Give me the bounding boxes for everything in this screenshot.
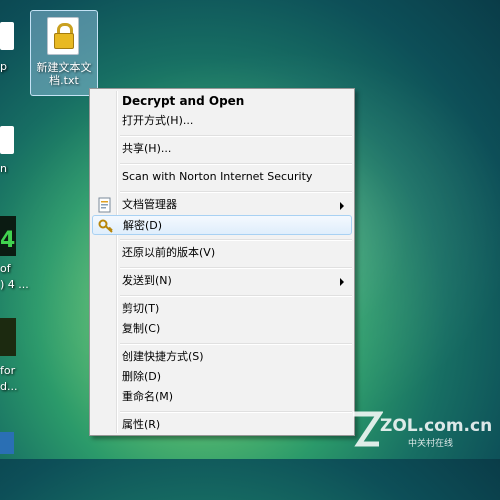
menu-item-label: 复制(C) — [122, 322, 161, 335]
menu-separator — [120, 267, 352, 269]
partial-desktop-icon[interactable] — [0, 432, 14, 454]
partial-icon-label: ) 4 ... — [0, 278, 29, 291]
menu-item-delete[interactable]: 删除(D) — [92, 367, 352, 387]
watermark-subtext: 中关村在线 — [408, 439, 454, 449]
menu-item-create-shortcut[interactable]: 创建快捷方式(S) — [92, 347, 352, 367]
submenu-arrow-icon — [340, 202, 344, 210]
submenu-arrow-icon — [340, 278, 344, 286]
menu-item-label: 文档管理器 — [122, 198, 177, 211]
partial-icon-glyph: 4 — [0, 228, 16, 253]
menu-item-cut[interactable]: 剪切(T) — [92, 299, 352, 319]
menu-item-restore-previous-versions[interactable]: 还原以前的版本(V) — [92, 243, 352, 263]
menu-item-label: 打开方式(H)... — [122, 114, 194, 127]
menu-item-norton-scan[interactable]: Scan with Norton Internet Security — [92, 167, 352, 187]
menu-item-label: 剪切(T) — [122, 302, 160, 315]
partial-icon-label: for — [0, 364, 16, 377]
menu-item-label: Scan with Norton Internet Security — [122, 170, 313, 183]
partial-icon-label: d... — [0, 380, 18, 393]
menu-item-share[interactable]: 共享(H)... — [92, 139, 352, 159]
watermark-text: ZOL.com.cn — [380, 416, 493, 436]
menu-item-label: 重命名(M) — [122, 390, 174, 403]
menu-separator — [120, 411, 352, 413]
menu-separator — [120, 163, 352, 165]
partial-desktop-icon[interactable] — [0, 22, 14, 50]
menu-item-properties[interactable]: 属性(R) — [92, 415, 352, 435]
menu-item-rename[interactable]: 重命名(M) — [92, 387, 352, 407]
lock-icon — [54, 33, 74, 49]
menu-item-document-manager[interactable]: 文档管理器 — [92, 195, 352, 215]
menu-separator — [120, 135, 352, 137]
menu-item-copy[interactable]: 复制(C) — [92, 319, 352, 339]
context-menu: Decrypt and Open 打开方式(H)... 共享(H)... Sca… — [89, 88, 355, 436]
menu-item-decrypt-and-open[interactable]: Decrypt and Open — [92, 91, 352, 111]
file-name-label: 新建文本文档.txt — [36, 61, 92, 87]
partial-desktop-icon[interactable] — [0, 126, 14, 154]
selected-file-icon[interactable]: 新建文本文档.txt — [30, 10, 98, 96]
menu-item-label: 共享(H)... — [122, 142, 172, 155]
menu-item-label: 发送到(N) — [122, 274, 172, 287]
key-icon — [98, 218, 114, 234]
menu-item-label: 解密(D) — [123, 219, 163, 232]
menu-item-label: 还原以前的版本(V) — [122, 246, 216, 259]
menu-separator — [120, 295, 352, 297]
menu-separator — [120, 239, 352, 241]
partial-icon-label: n — [0, 162, 7, 175]
partial-icon-label: p — [0, 60, 7, 73]
menu-item-decrypt[interactable]: 解密(D) — [92, 215, 352, 235]
zol-logo-icon — [349, 410, 384, 450]
menu-separator — [120, 191, 352, 193]
menu-item-label: 创建快捷方式(S) — [122, 350, 204, 363]
text-file-icon — [47, 17, 79, 55]
partial-icon-label: of — [0, 262, 11, 275]
menu-item-open-with[interactable]: 打开方式(H)... — [92, 111, 352, 131]
menu-separator — [120, 343, 352, 345]
menu-item-label: 属性(R) — [122, 418, 161, 431]
menu-item-label: Decrypt and Open — [122, 94, 245, 108]
document-manager-icon — [97, 197, 113, 213]
menu-item-label: 删除(D) — [122, 370, 162, 383]
menu-item-send-to[interactable]: 发送到(N) — [92, 271, 352, 291]
partial-app-icon[interactable] — [0, 318, 16, 356]
